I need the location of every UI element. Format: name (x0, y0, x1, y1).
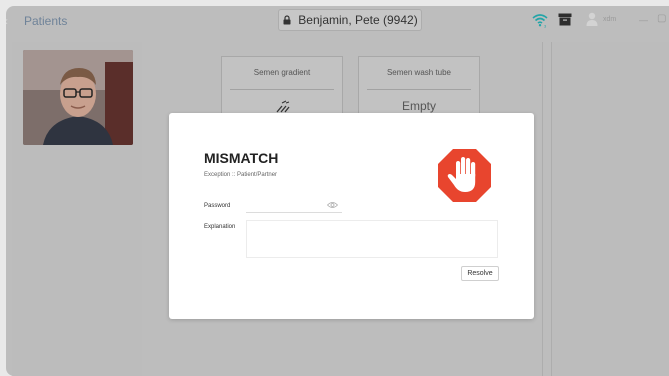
stop-hand-icon (438, 149, 491, 202)
minimize-icon[interactable]: — (639, 15, 648, 25)
mismatch-dialog: MISMATCH Exception :: Patient/Partner Pa… (169, 113, 534, 319)
avatar (23, 50, 133, 145)
password-label: Password (204, 203, 231, 209)
window-close-icon[interactable]: ▢ (657, 13, 666, 24)
page-title: Patients (24, 14, 68, 28)
eye-icon[interactable] (327, 201, 338, 209)
tube-divider (230, 89, 334, 90)
svg-text:3: 3 (544, 24, 547, 29)
tube-divider (367, 89, 471, 90)
patient-selector[interactable]: Benjamin, Pete (9942) (278, 9, 422, 31)
archive-icon[interactable] (558, 13, 572, 26)
top-bar: ‹ Patients Benjamin, Pete (9942) 3 xdm (6, 6, 669, 36)
explanation-textarea[interactable] (246, 220, 498, 258)
user-name: xdm (603, 16, 617, 23)
patient-photo (23, 50, 133, 145)
tube-value: Empty (401, 99, 436, 113)
tube-scan-icon (276, 100, 290, 113)
dialog-title: MISMATCH (204, 150, 279, 166)
resolve-button[interactable]: Resolve (461, 266, 499, 281)
explanation-label: Explanation (204, 224, 236, 230)
side-panel (551, 42, 669, 376)
tube-label: Semen gradient (253, 68, 311, 77)
dialog-subtitle: Exception :: Patient/Partner (204, 172, 278, 178)
tube-label: Semen wash tube (386, 68, 452, 77)
back-chevron-icon[interactable]: ‹ (6, 15, 12, 27)
lock-icon (283, 15, 291, 25)
user-icon[interactable] (586, 12, 598, 26)
patient-name: Benjamin, Pete (9942) (298, 13, 418, 27)
wifi-icon[interactable]: 3 (531, 12, 549, 28)
